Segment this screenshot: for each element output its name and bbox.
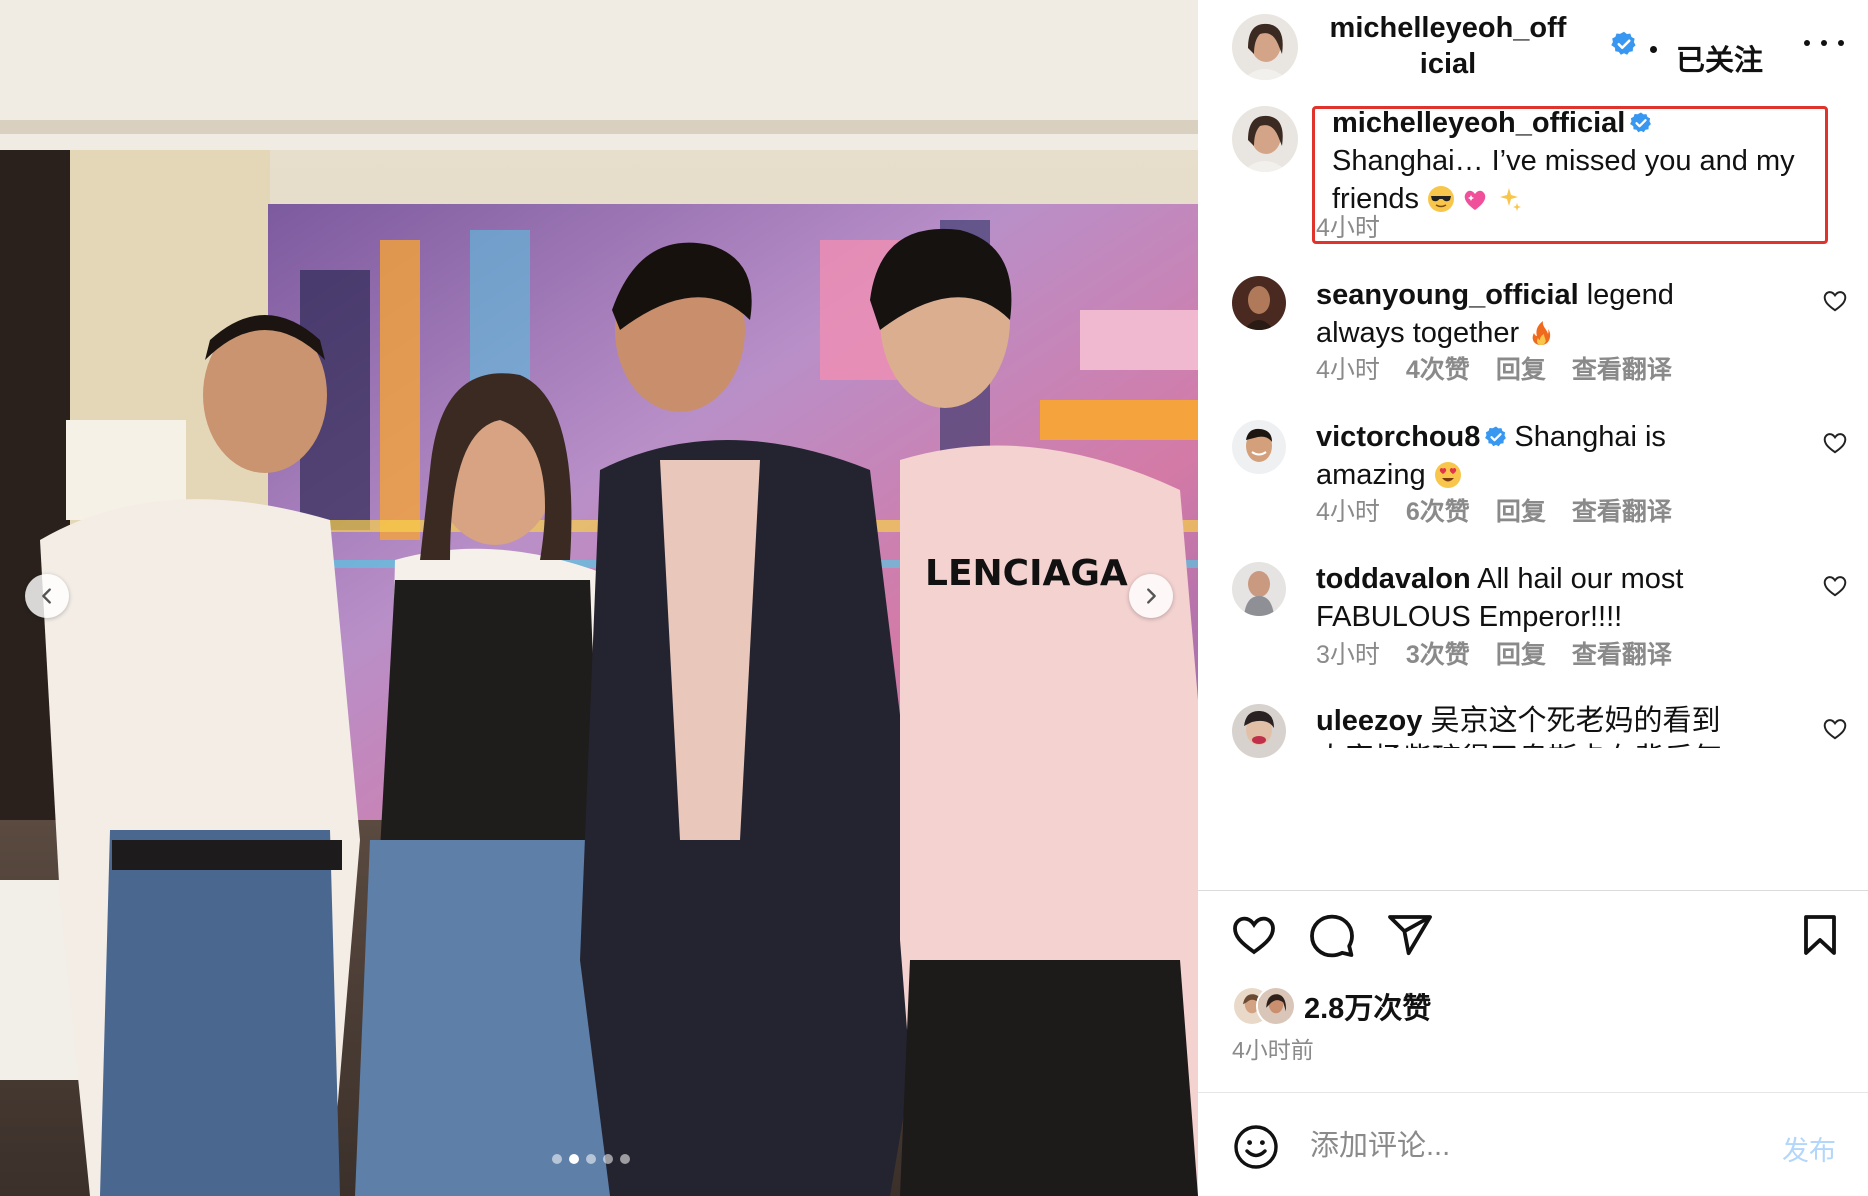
comment-time: 4小时 xyxy=(1316,356,1380,384)
comment-time: 4小时 xyxy=(1316,498,1380,526)
carousel-dot xyxy=(603,1154,613,1164)
separator-dot xyxy=(1650,46,1657,53)
post-image: LENCIAGA xyxy=(0,0,1198,1196)
sunglasses-emoji-icon xyxy=(1428,186,1455,212)
translate-link[interactable]: 查看翻译 xyxy=(1572,350,1672,386)
comment-username[interactable]: toddavalon xyxy=(1316,563,1471,595)
heart-eyes-emoji-icon xyxy=(1434,462,1461,488)
like-comment-heart-icon[interactable] xyxy=(1822,430,1848,456)
comment-meta: 4小时 4次赞 回复 查看翻译 xyxy=(1316,350,1672,386)
comment-meta: 4小时 6次赞 回复 查看翻译 xyxy=(1316,492,1672,528)
post-header: michelleyeoh_official 已关注 xyxy=(1198,0,1868,100)
verified-badge-icon xyxy=(1485,426,1507,447)
caption-meta: 4小时 xyxy=(1316,208,1380,244)
tshirt-text: LENCIAGA xyxy=(925,553,1128,594)
comment: toddavalon All hail our most FABULOUS Em… xyxy=(1316,560,1756,636)
commenter-avatar[interactable] xyxy=(1232,704,1286,758)
following-button[interactable]: 已关注 xyxy=(1676,44,1763,78)
comment-bubble-icon[interactable] xyxy=(1308,911,1356,959)
translate-link[interactable]: 查看翻译 xyxy=(1572,635,1672,671)
liker-avatar xyxy=(1256,986,1296,1026)
carousel-dot xyxy=(552,1154,562,1164)
comment-username[interactable]: uleezoy xyxy=(1316,705,1422,737)
author-avatar[interactable] xyxy=(1232,14,1298,80)
save-bookmark-icon[interactable] xyxy=(1796,911,1844,959)
sparkling-heart-emoji-icon xyxy=(1464,190,1486,210)
carousel-dot xyxy=(620,1154,630,1164)
commenter-avatar[interactable] xyxy=(1232,562,1286,616)
caption: michelleyeoh_official Shanghai… I’ve mis… xyxy=(1332,104,1822,218)
caption-time: 4小时 xyxy=(1316,214,1380,242)
comment: victorchou8 Shanghai is amazing xyxy=(1316,418,1736,494)
verified-badge-icon xyxy=(1611,31,1636,55)
share-send-icon[interactable] xyxy=(1386,911,1434,959)
carousel-prev-button[interactable] xyxy=(25,574,69,618)
post-comment-button[interactable]: 发布 xyxy=(1782,1129,1836,1168)
reply-link[interactable]: 回复 xyxy=(1496,635,1546,671)
comment-likes-link[interactable]: 6次赞 xyxy=(1406,492,1470,528)
carousel-dot xyxy=(569,1154,579,1164)
post-timestamp: 4小时前 xyxy=(1232,1037,1314,1063)
comment-likes-link[interactable]: 3次赞 xyxy=(1406,635,1470,671)
sparkles-emoji-icon xyxy=(1500,188,1522,211)
like-comment-heart-icon[interactable] xyxy=(1822,288,1848,314)
verified-badge-icon xyxy=(1630,112,1652,133)
comment: uleezoy 吴京这个死老妈的看到人家杨紫琼得了奥斯卡在背后气得跳 xyxy=(1316,702,1746,748)
like-heart-icon[interactable] xyxy=(1230,911,1278,959)
more-options-button[interactable] xyxy=(1804,28,1844,58)
post-side-panel: michelleyeoh_official 已关注 michelleyeoh_o… xyxy=(1198,0,1868,1196)
chevron-left-icon xyxy=(42,588,51,604)
carousel-indicator xyxy=(552,1154,630,1164)
likes-count[interactable]: 2.8万次赞 xyxy=(1304,985,1431,1027)
add-comment-bar: 发布 xyxy=(1198,1093,1868,1196)
comment: seanyoung_official legend always togethe… xyxy=(1316,276,1736,352)
comment-input[interactable] xyxy=(1310,1119,1750,1173)
comments-list[interactable]: michelleyeoh_official Shanghai… I’ve mis… xyxy=(1198,100,1868,890)
carousel-next-button[interactable] xyxy=(1129,574,1173,618)
emoji-picker-icon[interactable] xyxy=(1232,1123,1280,1171)
commenter-avatar[interactable] xyxy=(1232,276,1286,330)
caption-username[interactable]: michelleyeoh_official xyxy=(1332,107,1625,139)
likes-summary[interactable]: 2.8万次赞 xyxy=(1232,985,1431,1027)
like-comment-heart-icon[interactable] xyxy=(1822,573,1848,599)
caption-author-avatar[interactable] xyxy=(1232,106,1298,172)
comment-likes-link[interactable]: 4次赞 xyxy=(1406,350,1470,386)
caption-text: Shanghai… I’ve missed you and my friends xyxy=(1332,145,1795,215)
comment-time: 3小时 xyxy=(1316,641,1380,669)
fire-emoji-icon xyxy=(1532,321,1551,345)
reply-link[interactable]: 回复 xyxy=(1496,350,1546,386)
carousel-dot xyxy=(586,1154,596,1164)
reply-link[interactable]: 回复 xyxy=(1496,492,1546,528)
author-username[interactable]: michelleyeoh_official xyxy=(1328,10,1568,82)
translate-link[interactable]: 查看翻译 xyxy=(1572,492,1672,528)
liker-avatars xyxy=(1232,986,1302,1026)
post-photo[interactable]: LENCIAGA xyxy=(0,0,1198,1196)
like-comment-heart-icon[interactable] xyxy=(1822,716,1848,742)
comment-username[interactable]: seanyoung_official xyxy=(1316,279,1579,311)
comment-meta: 3小时 3次赞 回复 查看翻译 xyxy=(1316,635,1672,671)
chevron-right-icon xyxy=(1147,588,1156,604)
post-actions: 2.8万次赞 4小时前 xyxy=(1198,891,1868,1091)
comment-username[interactable]: victorchou8 xyxy=(1316,421,1480,453)
commenter-avatar[interactable] xyxy=(1232,420,1286,474)
